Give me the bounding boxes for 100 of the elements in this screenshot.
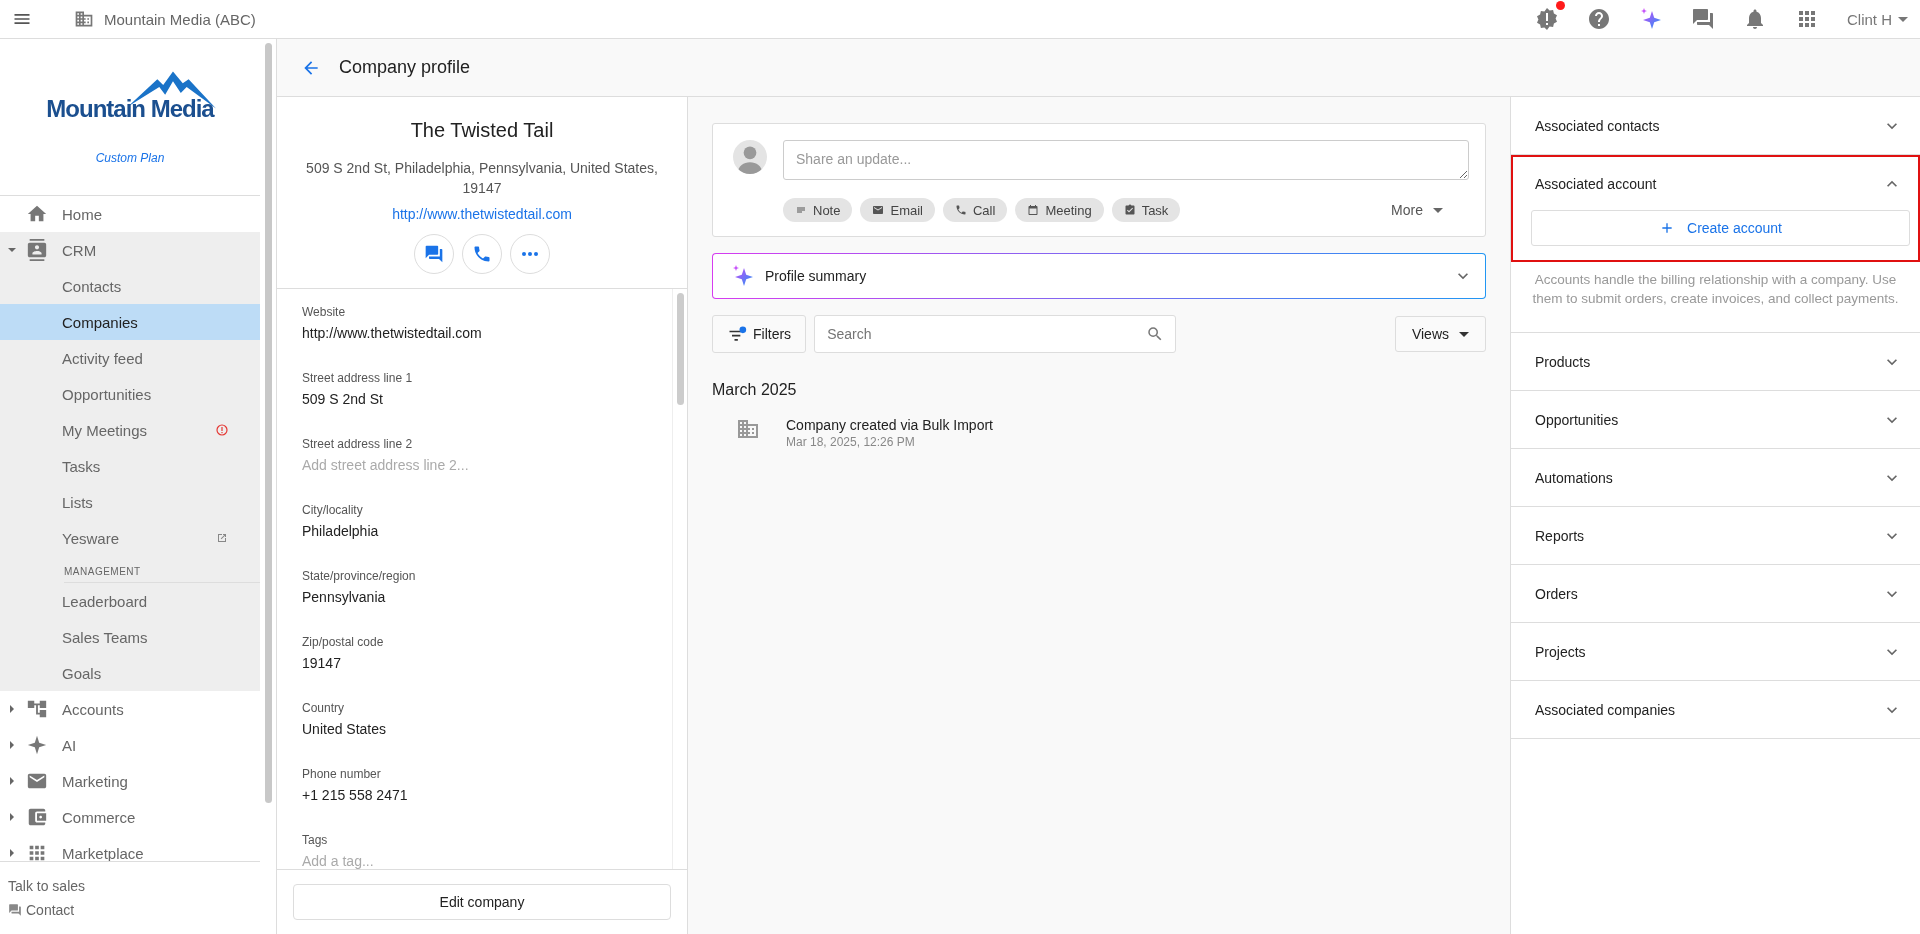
create-account-button[interactable]: Create account: [1531, 210, 1910, 246]
caret-icon: [1433, 207, 1443, 213]
field-value[interactable]: United States: [302, 721, 672, 737]
chat-icon[interactable]: [1691, 7, 1715, 31]
field-label: Tags: [302, 833, 329, 847]
more-options-button[interactable]: [510, 234, 550, 274]
company-name: The Twisted Tail: [410, 119, 554, 142]
activity-chip[interactable]: Task: [1111, 198, 1181, 222]
activity-chip[interactable]: Call: [943, 198, 1008, 222]
edit-company-button[interactable]: Edit company: [293, 884, 671, 920]
nav-item[interactable]: Home: [0, 196, 260, 232]
nav-subitem[interactable]: Sales Teams: [0, 619, 260, 655]
field-value[interactable]: +1 215 558 2471: [302, 787, 672, 803]
field-label: Zip/postal code: [302, 635, 385, 649]
message-button[interactable]: [414, 234, 454, 274]
accordion-header[interactable]: Automations: [1513, 451, 1918, 504]
more-dropdown[interactable]: More: [1385, 201, 1449, 219]
activity-chip[interactable]: Meeting: [1015, 198, 1104, 222]
building-icon: [74, 9, 94, 29]
caret-icon: [1459, 331, 1469, 337]
hierarchy-icon: [26, 698, 48, 720]
more-dots-icon: [522, 252, 538, 256]
accordion-header[interactable]: Orders: [1513, 567, 1918, 620]
phone-icon: [955, 204, 967, 216]
calendar-icon: [1027, 204, 1040, 216]
field-value[interactable]: Philadelphia: [302, 523, 672, 539]
description-text: Accounts handle the billing relationship with a company. Use them to submit orders, create invoices, and collect payments.: [1531, 271, 1900, 308]
accordion-header[interactable]: Reports: [1513, 509, 1918, 562]
help-icon[interactable]: [1587, 7, 1611, 31]
month-heading: March 2025: [712, 381, 798, 399]
field-value[interactable]: 509 S 2nd St: [302, 391, 672, 407]
wallet-icon: [26, 806, 48, 828]
nav-item[interactable]: Accounts: [0, 691, 260, 727]
field-label: Website: [302, 305, 347, 319]
nav-subitem[interactable]: Yesware: [0, 520, 260, 556]
accordion-header[interactable]: Products: [1513, 335, 1918, 388]
talk-to-sales-link[interactable]: Talk to sales: [8, 878, 260, 894]
organization-name[interactable]: Mountain Media (ABC): [104, 10, 256, 28]
filter-icon: [727, 324, 747, 344]
accordion-header[interactable]: Projects: [1513, 625, 1918, 678]
company-logo: Mountain Media: [46, 69, 214, 123]
field-label: Phone number: [302, 767, 382, 781]
expand-caret-icon[interactable]: [7, 812, 17, 822]
building-icon: [736, 417, 760, 441]
chat-icon: [8, 903, 22, 917]
nav-item[interactable]: Commerce: [0, 799, 260, 835]
event-time: Mar 18, 2025, 12:26 PM: [786, 435, 916, 449]
collapse-caret-icon[interactable]: [7, 245, 17, 255]
accordion-header[interactable]: Opportunities: [1513, 393, 1918, 446]
call-button[interactable]: [462, 234, 502, 274]
accordion-header[interactable]: Associated contacts: [1513, 99, 1918, 152]
expand-caret-icon[interactable]: [7, 704, 17, 714]
nav-subitem[interactable]: Leaderboard: [0, 583, 260, 619]
external-link-icon[interactable]: [216, 532, 228, 544]
caret-icon: [1898, 16, 1908, 22]
company-address: 509 S 2nd St, Philadelphia, Pennsylvania, United States, 19147: [305, 159, 659, 198]
sparkle-icon: [26, 734, 48, 756]
nav-subitem[interactable]: Tasks: [0, 448, 260, 484]
plan-label[interactable]: Custom Plan: [95, 151, 165, 165]
scrollbar-thumb[interactable]: [264, 43, 272, 803]
nav-subitem[interactable]: Contacts: [0, 268, 260, 304]
activity-chip[interactable]: Email: [860, 198, 935, 222]
scrollbar-thumb[interactable]: [676, 293, 684, 405]
field-label: State/province/region: [302, 569, 417, 583]
activity-chip[interactable]: Note: [783, 198, 853, 222]
avatar-silhouette: [733, 140, 767, 174]
plus-icon: [1659, 220, 1675, 236]
nav-subitem[interactable]: Lists: [0, 484, 260, 520]
event-title: Company created via Bulk Import: [786, 417, 993, 433]
field-value[interactable]: 19147: [302, 655, 672, 671]
alert-badge-icon[interactable]: [1535, 7, 1559, 31]
user-menu[interactable]: Clint H: [1847, 10, 1908, 28]
views-dropdown[interactable]: Views: [1394, 316, 1486, 352]
field-label: Street address line 1: [302, 371, 414, 385]
expand-caret-icon[interactable]: [7, 848, 17, 858]
nav-subitem[interactable]: My Meetings: [0, 412, 260, 448]
update-input[interactable]: Share an update...: [783, 140, 1469, 180]
field-value[interactable]: http://www.thetwistedtail.com: [302, 325, 672, 341]
filters-button[interactable]: Filters: [712, 315, 807, 353]
contact-link[interactable]: Contact: [26, 902, 75, 918]
accordion-header[interactable]: Associated companies: [1513, 683, 1918, 736]
field-value[interactable]: Pennsylvania: [302, 589, 672, 605]
nav-item[interactable]: Marketplace: [0, 835, 260, 861]
profile-summary-panel[interactable]: Profile summary: [712, 253, 1486, 299]
accordion-header[interactable]: Associated account: [1513, 157, 1918, 210]
field-label: Street address line 2: [302, 437, 414, 451]
field-label: City/locality: [302, 503, 364, 517]
expand-caret-icon[interactable]: [7, 740, 17, 750]
expand-caret-icon[interactable]: [7, 776, 17, 786]
nav-subitem[interactable]: Activity feed: [0, 340, 260, 376]
nav-subitem[interactable]: Opportunities: [0, 376, 260, 412]
search-field[interactable]: Search: [814, 315, 1177, 353]
phone-icon: [472, 244, 492, 264]
nav-subitem[interactable]: Goals: [0, 655, 260, 691]
page-title: Company profile: [339, 57, 471, 78]
website-link[interactable]: http://www.thetwistedtail.com: [392, 206, 572, 222]
nav-subitem[interactable]: Companies: [0, 304, 260, 340]
nav-item[interactable]: AI: [0, 727, 260, 763]
nav-item[interactable]: CRM: [0, 232, 260, 268]
nav-item[interactable]: Marketing: [0, 763, 260, 799]
